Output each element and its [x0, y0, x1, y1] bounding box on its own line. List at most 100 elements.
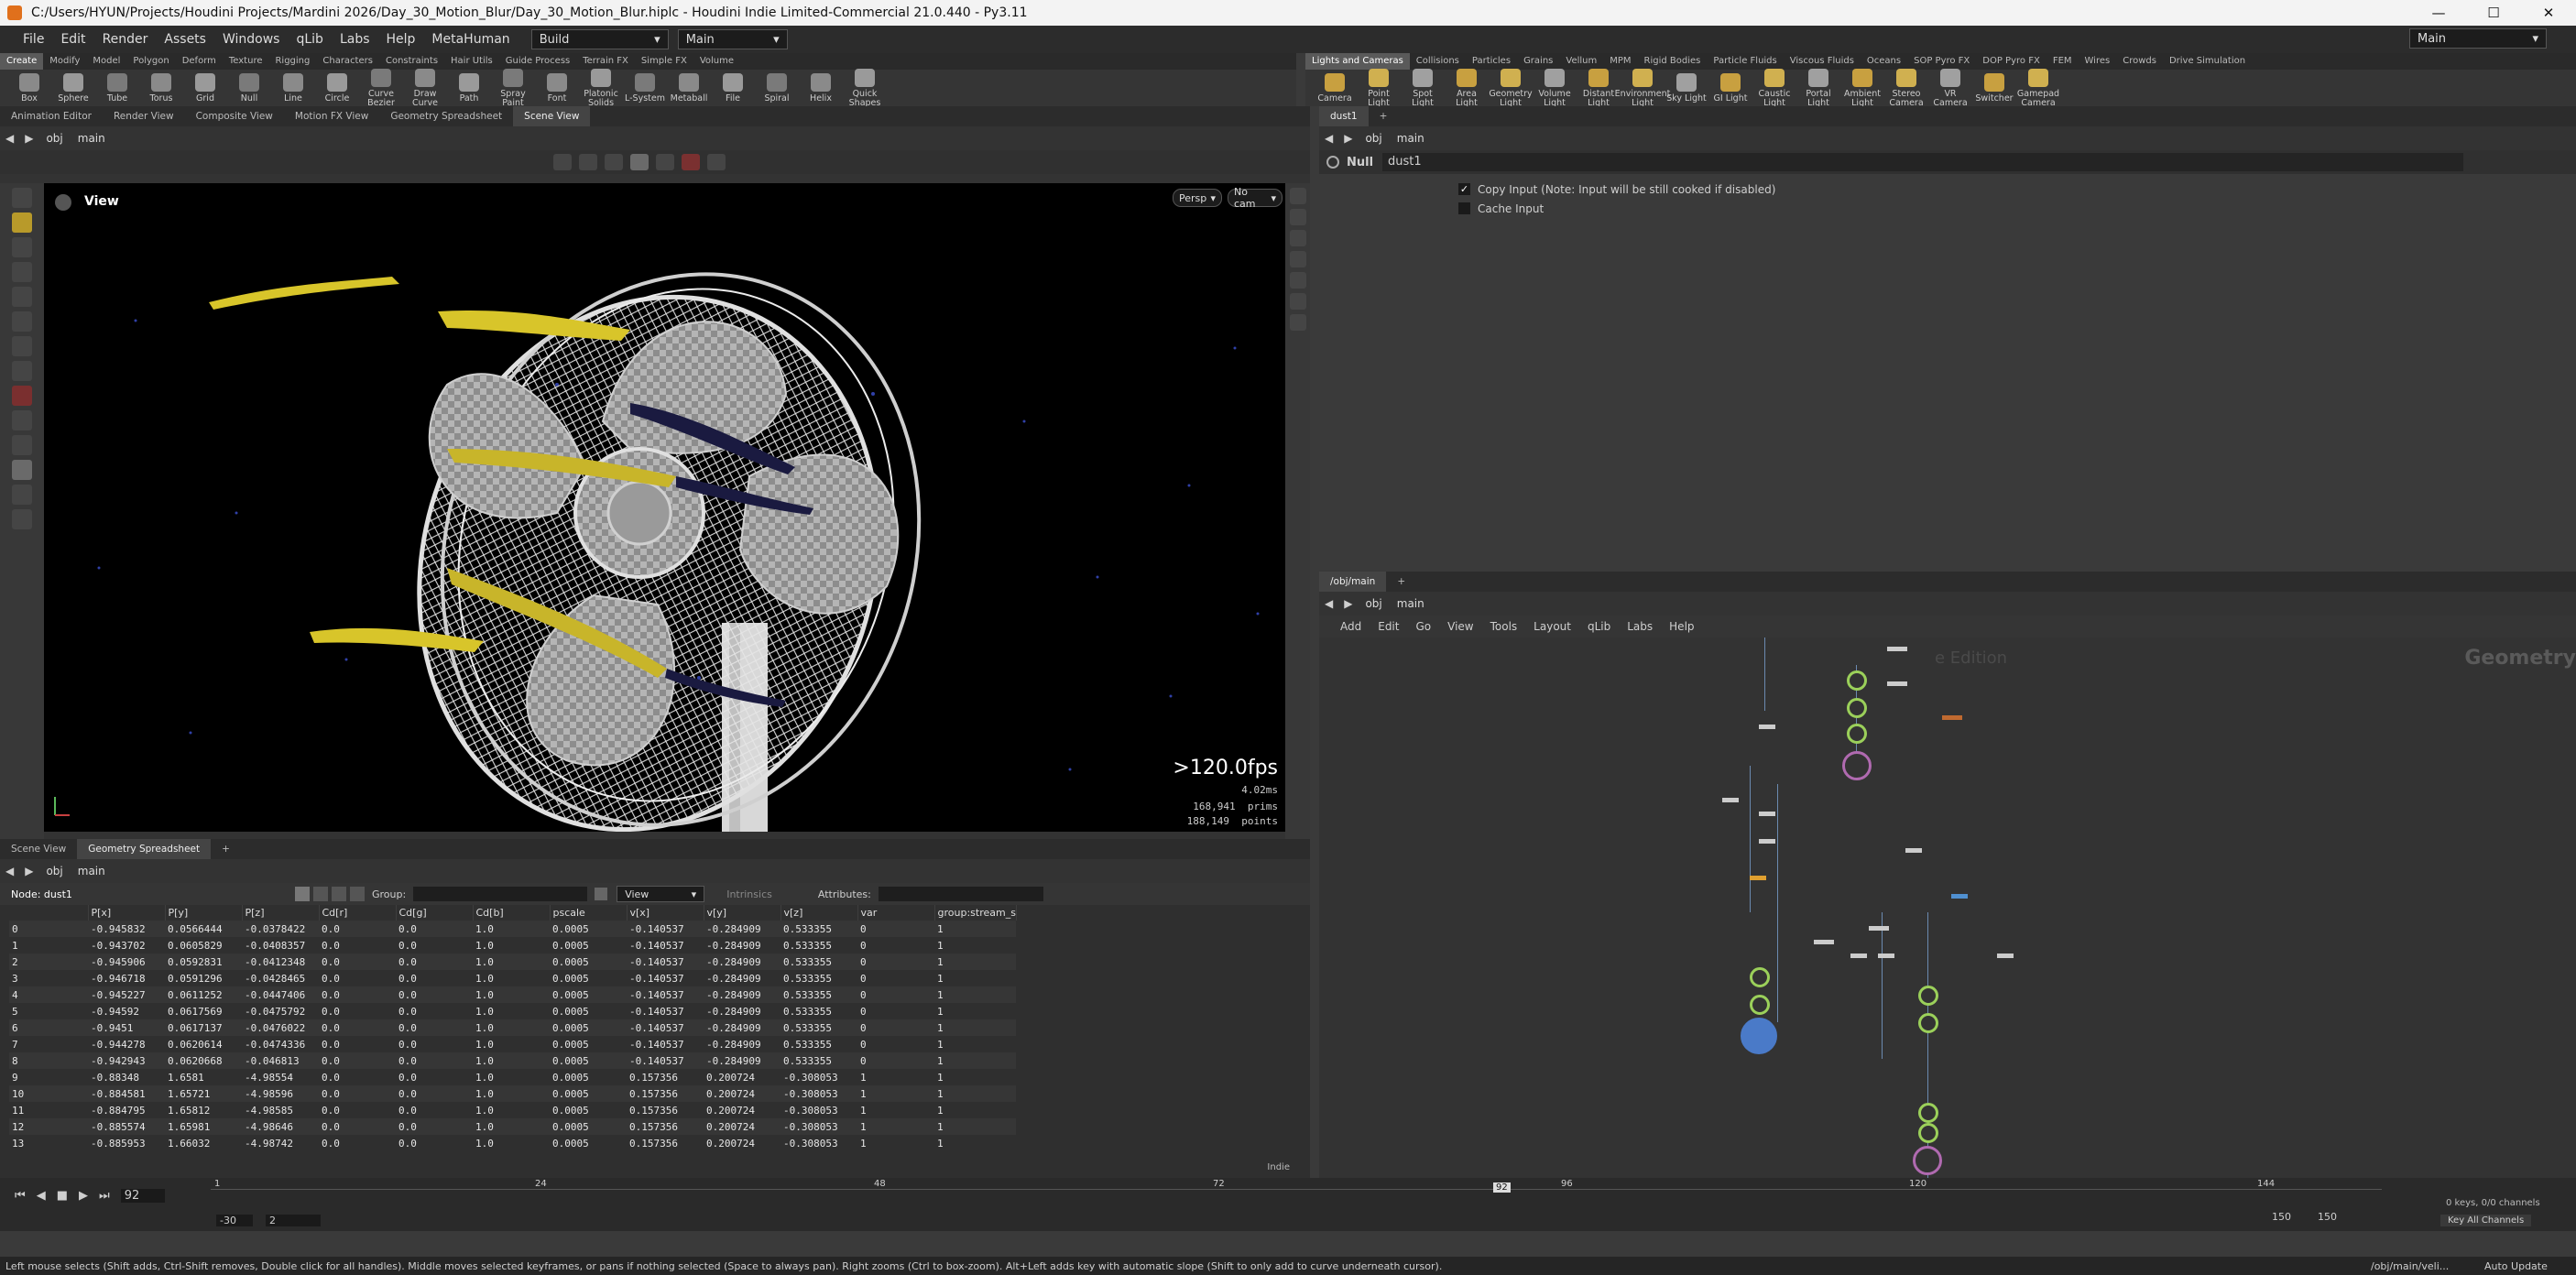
shelf-right-tab-1[interactable]: Collisions: [1410, 53, 1466, 70]
shelf-right-tab-15[interactable]: Drive Simulation: [2163, 53, 2252, 70]
shelf-left-tab-9[interactable]: Hair Utils: [444, 53, 499, 70]
menu-edit[interactable]: Edit: [52, 32, 93, 47]
network-node[interactable]: [1750, 967, 1770, 987]
shelf-tool[interactable]: Portal Light: [1796, 68, 1840, 108]
network-node[interactable]: [1741, 1018, 1777, 1054]
ghost-icon[interactable]: [1289, 293, 1306, 310]
network-node[interactable]: [1918, 1123, 1938, 1143]
viewer-tab-3[interactable]: Motion FX View: [284, 106, 379, 126]
auto-update-button[interactable]: Auto Update: [2484, 1260, 2548, 1272]
tab-dust1[interactable]: dust1: [1319, 106, 1369, 126]
shelf-tool[interactable]: Environment Light: [1615, 68, 1670, 108]
network-canvas[interactable]: Geometry e Edition: [1319, 638, 2576, 1178]
network-menu-item[interactable]: Help: [1661, 620, 1702, 633]
shelf-tool[interactable]: Grid: [183, 72, 227, 104]
menu-qlib[interactable]: qLib: [288, 32, 331, 47]
magnet-icon[interactable]: [12, 386, 32, 406]
flipbook-icon[interactable]: [12, 509, 32, 529]
range-step-field[interactable]: 2: [266, 1214, 321, 1226]
add-tab-icon[interactable]: +: [211, 839, 241, 859]
shelf-right-tab-4[interactable]: Vellum: [1559, 53, 1603, 70]
menu-help[interactable]: Help: [378, 32, 424, 47]
maximize-icon[interactable]: ☐: [2466, 0, 2521, 26]
shelf-tool[interactable]: Ambient Light: [1840, 68, 1884, 108]
viewer-tab-2[interactable]: Composite View: [185, 106, 284, 126]
node-name-field[interactable]: dust1: [1382, 153, 2464, 171]
path-main[interactable]: main: [71, 865, 113, 877]
back-icon[interactable]: ◀: [1319, 597, 1338, 610]
table-row[interactable]: 4 -0.945227 0.0611252 -0.0447406 0.0 0.0 1.0 0.…: [9, 986, 1017, 1003]
stop-icon[interactable]: [656, 154, 674, 170]
forward-icon[interactable]: ▶: [1338, 132, 1358, 145]
shelf-right-tab-7[interactable]: Particle Fluids: [1707, 53, 1783, 70]
shelf-left-tab-7[interactable]: Characters: [316, 53, 379, 70]
play-icon[interactable]: ▶: [73, 1189, 93, 1203]
network-menu-item[interactable]: Edit: [1370, 620, 1407, 633]
shelf-tool[interactable]: Line: [271, 72, 315, 104]
table-row[interactable]: 3 -0.946718 0.0591296 -0.0428465 0.0 0.0 1.0 0.…: [9, 970, 1017, 986]
shelf-tool[interactable]: Sky Light: [1665, 72, 1708, 104]
handle-icon[interactable]: [12, 212, 32, 233]
pose-tool-icon[interactable]: [12, 336, 32, 356]
path-obj[interactable]: obj: [1358, 597, 1389, 610]
column-header[interactable]: P[y]: [165, 905, 243, 921]
table-row[interactable]: 8 -0.942943 0.0620668 -0.046813 0.0 0.0 1.0 0.0…: [9, 1052, 1017, 1069]
shelf-tool[interactable]: Volume Light: [1533, 68, 1577, 108]
copy-input-checkbox[interactable]: ✓: [1458, 183, 1470, 195]
tab-obj-main[interactable]: /obj/main: [1319, 572, 1387, 592]
menu-labs[interactable]: Labs: [332, 32, 378, 47]
shelf-tool[interactable]: Curve Bezier: [359, 68, 403, 108]
gear-icon[interactable]: [1326, 156, 1339, 169]
shelf-tool[interactable]: GI Light: [1708, 72, 1752, 104]
right-context-select[interactable]: Main ▾: [2409, 28, 2547, 49]
viewer-tab-1[interactable]: Render View: [103, 106, 185, 126]
shelf-left-tab-5[interactable]: Texture: [223, 53, 269, 70]
shelf-right-tab-11[interactable]: DOP Pyro FX: [1976, 53, 2047, 70]
path-obj[interactable]: obj: [38, 132, 70, 145]
render-region-icon[interactable]: [12, 485, 32, 505]
viewer-tab-4[interactable]: Geometry Spreadsheet: [379, 106, 513, 126]
forward-icon[interactable]: ▶: [1338, 597, 1358, 610]
scale-tool-icon[interactable]: [12, 311, 32, 332]
network-menu-item[interactable]: Tools: [1482, 620, 1526, 633]
network-node[interactable]: [1847, 670, 1867, 691]
network-node[interactable]: [1913, 1146, 1942, 1175]
shelf-left-tab-12[interactable]: Simple FX: [635, 53, 693, 70]
shelf-right-tab-6[interactable]: Rigid Bodies: [1638, 53, 1708, 70]
shelf-right-tab-0[interactable]: Lights and Cameras: [1305, 53, 1410, 70]
timeline-ruler[interactable]: 1 24 48 72 96 120 144 92: [211, 1179, 2382, 1205]
shelf-tool[interactable]: Caustic Light: [1752, 68, 1796, 108]
network-node[interactable]: [1842, 751, 1872, 780]
shelf-tool[interactable]: Path: [447, 72, 491, 104]
network-node[interactable]: [1847, 724, 1867, 744]
viewer-tab-0[interactable]: Animation Editor: [0, 106, 103, 126]
shelf-tool[interactable]: Spiral: [755, 72, 799, 104]
network-menu-item[interactable]: Labs: [1619, 620, 1661, 633]
path-main[interactable]: main: [1390, 132, 1432, 145]
cache-input-checkbox[interactable]: [1458, 202, 1470, 214]
shelf-tool[interactable]: Spray Paint: [491, 68, 535, 108]
edges-mode-icon[interactable]: [605, 154, 623, 170]
column-header[interactable]: v[z]: [780, 905, 858, 921]
add-tab-icon[interactable]: +: [1369, 106, 1399, 126]
shelf-tool[interactable]: Switcher: [1972, 72, 2016, 104]
prims-mode-icon[interactable]: [630, 154, 649, 170]
shelf-tool[interactable]: Geometry Light: [1489, 68, 1533, 108]
group-field[interactable]: [413, 887, 588, 901]
column-header[interactable]: v[y]: [704, 905, 781, 921]
path-obj[interactable]: obj: [1358, 132, 1389, 145]
path-main[interactable]: main: [71, 132, 113, 145]
shelf-right-tab-5[interactable]: MPM: [1603, 53, 1637, 70]
menu-metahuman[interactable]: MetaHuman: [423, 32, 518, 47]
table-row[interactable]: 10 -0.884581 1.65721 -4.98596 0.0 0.0 1.0 0.000…: [9, 1085, 1017, 1102]
intrinsics-label[interactable]: Intrinsics: [726, 888, 772, 900]
network-node[interactable]: [1847, 698, 1867, 718]
table-row[interactable]: 9 -0.88348 1.6581 -4.98554 0.0 0.0 1.0 0.0005 0.…: [9, 1069, 1017, 1085]
column-header[interactable]: var: [857, 905, 935, 921]
table-row[interactable]: 13 -0.885953 1.66032 -4.98742 0.0 0.0 1.0 0.000…: [9, 1135, 1017, 1151]
shelf-tool[interactable]: Draw Curve: [403, 68, 447, 108]
backface-icon[interactable]: [1289, 272, 1306, 289]
menu-windows[interactable]: Windows: [214, 32, 289, 47]
shelf-right-tab-3[interactable]: Grains: [1517, 53, 1559, 70]
network-node[interactable]: [1918, 986, 1938, 1006]
